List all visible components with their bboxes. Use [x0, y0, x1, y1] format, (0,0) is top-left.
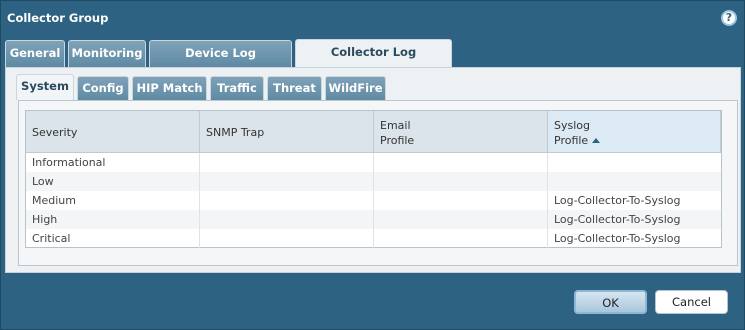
subtab-config[interactable]: Config [77, 76, 129, 100]
snmp-trap-cell [200, 191, 374, 210]
table-row[interactable]: High Log-Collector-To-Syslog [26, 210, 721, 229]
snmp-trap-cell [200, 172, 374, 191]
collector-group-dialog: Collector Group ? General Monitoring Dev… [0, 0, 745, 330]
severity-cell: Informational [26, 153, 200, 172]
column-header-label: SNMP Trap [206, 126, 265, 139]
column-header-severity[interactable]: Severity [26, 111, 200, 153]
email-profile-cell [374, 210, 548, 229]
email-profile-cell [374, 153, 548, 172]
snmp-trap-cell [200, 153, 374, 172]
table-row[interactable]: Low [26, 172, 721, 191]
column-header-label: Syslog [554, 119, 590, 132]
subtab-system[interactable]: System [16, 74, 74, 100]
column-header-syslog-profile[interactable]: Syslog Profile [548, 111, 721, 153]
table-row[interactable]: Medium Log-Collector-To-Syslog [26, 191, 721, 210]
severity-cell: Low [26, 172, 200, 191]
column-header-label: Profile [554, 134, 589, 147]
tab-panel: System Config HIP Match Traffic Threat W… [5, 67, 741, 273]
syslog-profile-cell [548, 172, 721, 191]
email-profile-cell [374, 229, 548, 248]
syslog-profile-cell: Log-Collector-To-Syslog [554, 213, 681, 226]
severity-table: Severity SNMP Trap Email Profile Syslog … [25, 110, 722, 248]
snmp-trap-cell [200, 229, 374, 248]
sort-ascending-icon [592, 138, 601, 143]
severity-cell: Medium [26, 191, 200, 210]
syslog-profile-cell [548, 153, 721, 172]
subtab-hip-match[interactable]: HIP Match [132, 76, 207, 100]
tab-general[interactable]: General [5, 40, 65, 67]
tab-collector-log-forwarding[interactable]: Collector Log Forwarding [295, 39, 452, 84]
subtab-threat[interactable]: Threat [267, 76, 322, 100]
column-header-email-profile[interactable]: Email Profile [374, 111, 548, 153]
column-header-label: Severity [32, 126, 78, 139]
ok-button[interactable]: OK [574, 290, 647, 314]
help-icon[interactable]: ? [721, 10, 737, 26]
column-header-label: Email [380, 119, 411, 132]
subtab-content: Severity SNMP Trap Email Profile Syslog … [18, 100, 738, 266]
severity-cell: High [26, 210, 200, 229]
dialog-titlebar: Collector Group ? [1, 1, 745, 35]
email-profile-cell [374, 191, 548, 210]
cancel-button[interactable]: Cancel [655, 290, 728, 314]
dialog-title: Collector Group [7, 11, 109, 25]
dialog-footer: OK Cancel [1, 279, 745, 330]
subtab-traffic[interactable]: Traffic [210, 76, 264, 100]
severity-cell: Critical [26, 229, 200, 248]
email-profile-cell [374, 172, 548, 191]
column-header-label-line2: Profile [554, 134, 601, 147]
tab-device-log-forwarding[interactable]: Device Log Forwarding [149, 40, 292, 85]
syslog-profile-cell: Log-Collector-To-Syslog [554, 232, 681, 245]
syslog-profile-cell: Log-Collector-To-Syslog [554, 194, 681, 207]
subtab-wildfire[interactable]: WildFire [325, 76, 386, 100]
snmp-trap-cell [200, 210, 374, 229]
tab-monitoring[interactable]: Monitoring [68, 40, 146, 67]
table-row[interactable]: Critical Log-Collector-To-Syslog [26, 229, 721, 248]
column-header-label: Profile [380, 134, 415, 147]
column-header-snmp-trap[interactable]: SNMP Trap [200, 111, 374, 153]
table-row[interactable]: Informational [26, 153, 721, 172]
